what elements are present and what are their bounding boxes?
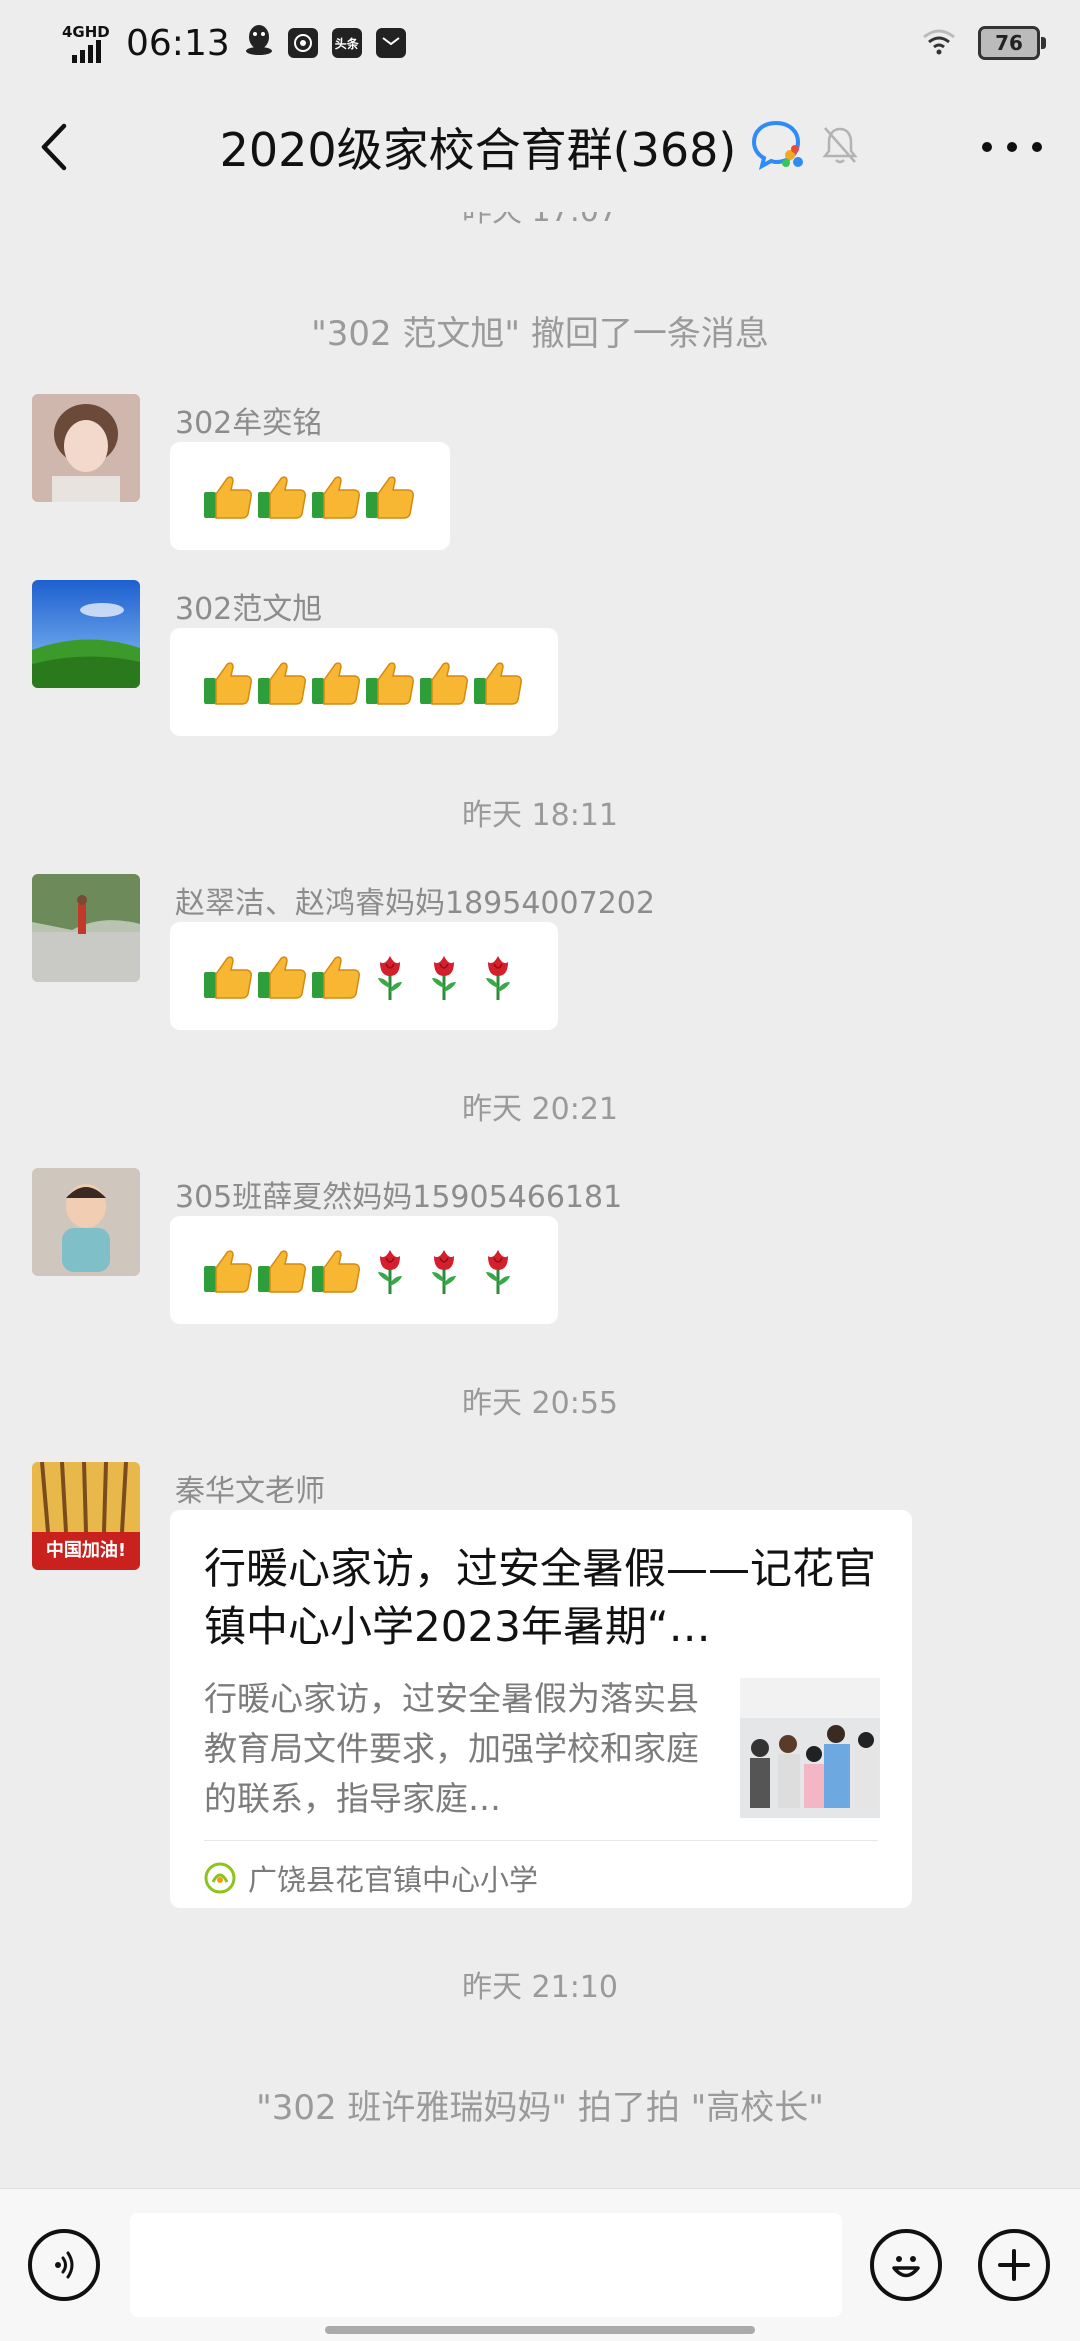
message-bubble[interactable] xyxy=(170,922,558,1030)
pat-notice: "302 班许雅瑞妈妈" 拍了拍 "高校长" xyxy=(256,2088,824,2128)
article-card[interactable]: 行暖心家访，过安全暑假——记花官镇中心小学2023年暑期“… 行暖心家访，过安全… xyxy=(170,1510,912,1908)
article-thumbnail xyxy=(740,1678,880,1818)
avatar[interactable] xyxy=(32,1168,140,1276)
thumbs-up-icon xyxy=(366,662,414,705)
title-group: 2020级家校合育群(368) xyxy=(0,112,1080,182)
thumbs-up-icon xyxy=(258,1250,306,1293)
qq-icon xyxy=(244,22,274,65)
thumbs-up-icon xyxy=(312,1250,360,1293)
article-title: 行暖心家访，过安全暑假——记花官镇中心小学2023年暑期“… xyxy=(204,1544,877,1651)
thumbs-up-icon xyxy=(204,1250,252,1293)
avatar[interactable] xyxy=(32,394,140,502)
message-list[interactable]: 昨天 17:07 "302 范文旭" 撤回了一条消息 302牟奕铭 302范文 xyxy=(0,212,1080,2188)
wifi-icon xyxy=(922,27,956,59)
battery-icon: 76 xyxy=(978,26,1046,60)
thumbs-up-icon xyxy=(312,956,360,999)
status-bar: 4GHD 06:13 头条 76 xyxy=(0,0,1080,82)
battery-level: 76 xyxy=(995,31,1023,55)
toutiao-icon: 头条 xyxy=(331,28,362,58)
article-description: 行暖心家访，过安全暑假为落实县教育局文件要求，加强学校和家庭的联系，指导家庭… xyxy=(204,1679,699,1818)
chat-header: 2020级家校合育群(368) xyxy=(0,82,1080,212)
sender-name: 302范文旭 xyxy=(175,592,323,627)
timestamp: 昨天 21:10 xyxy=(462,1970,618,2005)
sender-name: 305班薛夏然妈妈15905466181 xyxy=(175,1180,623,1215)
timestamp: 昨天 18:11 xyxy=(462,798,618,833)
voice-icon xyxy=(55,2251,74,2279)
mute-bell-icon xyxy=(820,124,860,170)
more-dot-icon xyxy=(1007,142,1017,152)
status-left: 4GHD 06:13 头条 xyxy=(62,18,406,68)
message-bubble[interactable] xyxy=(170,1216,558,1324)
avatar[interactable] xyxy=(32,874,140,982)
thumbs-up-icon xyxy=(312,662,360,705)
status-time: 06:13 xyxy=(126,22,230,64)
card-divider xyxy=(204,1840,878,1841)
rose-icon xyxy=(486,1250,510,1294)
home-indicator[interactable] xyxy=(325,2326,755,2334)
plus-icon xyxy=(998,2249,1030,2281)
thumbs-up-icon xyxy=(474,662,522,705)
thumbs-up-icon xyxy=(204,956,252,999)
thumbs-up-icon xyxy=(204,662,252,705)
more-dot-icon xyxy=(1032,142,1042,152)
message-bubble[interactable] xyxy=(170,442,450,550)
avatar-caption: 中国加油! xyxy=(45,1540,127,1561)
mail-icon xyxy=(375,28,406,58)
school-logo-icon xyxy=(204,1862,236,1894)
timestamp: 昨天 20:55 xyxy=(462,1386,618,1421)
smiley-icon xyxy=(892,2256,920,2278)
message-icon xyxy=(287,28,318,58)
network-signal-icon: 4GHD xyxy=(62,21,112,65)
voice-toggle-button[interactable] xyxy=(28,2229,100,2301)
timestamp: 昨天 20:21 xyxy=(462,1092,618,1127)
more-dot-icon xyxy=(982,142,992,152)
thumbs-up-icon xyxy=(420,662,468,705)
sender-name: 秦华文老师 xyxy=(175,1474,325,1509)
source-name: 广饶县花官镇中心小学 xyxy=(248,1863,539,1897)
thumbs-up-icon xyxy=(204,476,252,519)
rose-icon xyxy=(378,1250,402,1294)
rose-icon xyxy=(378,956,402,1000)
avatar[interactable]: 中国加油! xyxy=(32,1462,140,1570)
emoji-button[interactable] xyxy=(870,2229,942,2301)
more-functions-button[interactable] xyxy=(978,2229,1050,2301)
thumbs-up-icon xyxy=(312,476,360,519)
group-title[interactable]: 2020级家校合育群(368) xyxy=(220,114,737,180)
sender-name: 302牟奕铭 xyxy=(175,406,323,441)
more-options-button[interactable] xyxy=(982,137,1042,157)
emoji-row xyxy=(202,470,416,522)
timestamp: 昨天 17:07 xyxy=(0,212,1080,230)
emoji-row xyxy=(202,1244,524,1296)
input-bar xyxy=(0,2188,1080,2341)
rose-icon xyxy=(432,956,456,1000)
thumbs-up-icon xyxy=(366,476,414,519)
message-input[interactable] xyxy=(130,2213,842,2317)
emoji-row xyxy=(202,950,524,1002)
avatar[interactable] xyxy=(32,580,140,688)
status-right: 76 xyxy=(922,20,1046,66)
thumbs-up-icon xyxy=(258,662,306,705)
message-bubble[interactable] xyxy=(170,628,558,736)
article-source: 广饶县花官镇中心小学 xyxy=(204,1856,538,1900)
rose-icon xyxy=(486,956,510,1000)
sender-name: 赵翠洁、赵鸿睿妈妈18954007202 xyxy=(175,886,655,921)
recall-notice: "302 范文旭" 撤回了一条消息 xyxy=(311,314,769,354)
thumbs-up-icon xyxy=(258,476,306,519)
rose-icon xyxy=(432,1250,456,1294)
thumbs-up-icon xyxy=(258,956,306,999)
emoji-row xyxy=(202,656,524,708)
enterprise-chat-icon[interactable] xyxy=(750,119,806,175)
